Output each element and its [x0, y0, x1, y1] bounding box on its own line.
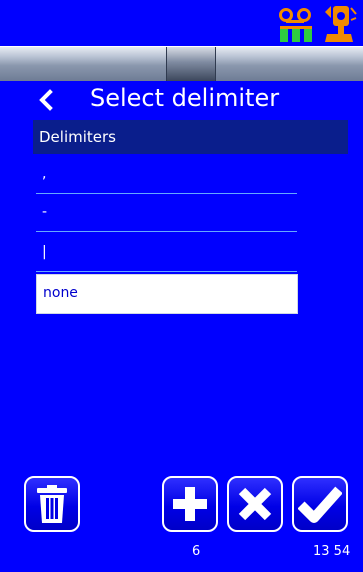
trash-icon	[37, 485, 67, 523]
back-button[interactable]	[34, 86, 56, 114]
title-row: Select delimiter	[0, 82, 363, 118]
delete-button[interactable]	[24, 476, 80, 532]
plus-icon	[173, 487, 207, 521]
status-icons	[277, 4, 357, 48]
header-bar	[0, 46, 363, 81]
confirm-button[interactable]	[292, 476, 348, 532]
status-bar	[0, 0, 363, 46]
list-item-none[interactable]: none	[36, 274, 298, 314]
list-item-dash[interactable]: -	[36, 196, 297, 232]
list-header: Delimiters	[33, 120, 348, 154]
list-item-pipe[interactable]: |	[36, 236, 297, 272]
list-item-comma[interactable]: ,	[36, 158, 297, 194]
check-icon	[298, 486, 342, 523]
close-icon	[238, 487, 272, 521]
drag-handle[interactable]	[166, 47, 216, 81]
network-icon	[277, 8, 315, 48]
item-count: 6	[192, 544, 201, 559]
chevron-left-icon	[39, 89, 53, 111]
page-title: Select delimiter	[90, 84, 280, 112]
add-button[interactable]	[162, 476, 218, 532]
alarm-icon	[319, 4, 357, 48]
clock-time: 13 54	[313, 544, 351, 559]
cancel-button[interactable]	[227, 476, 283, 532]
